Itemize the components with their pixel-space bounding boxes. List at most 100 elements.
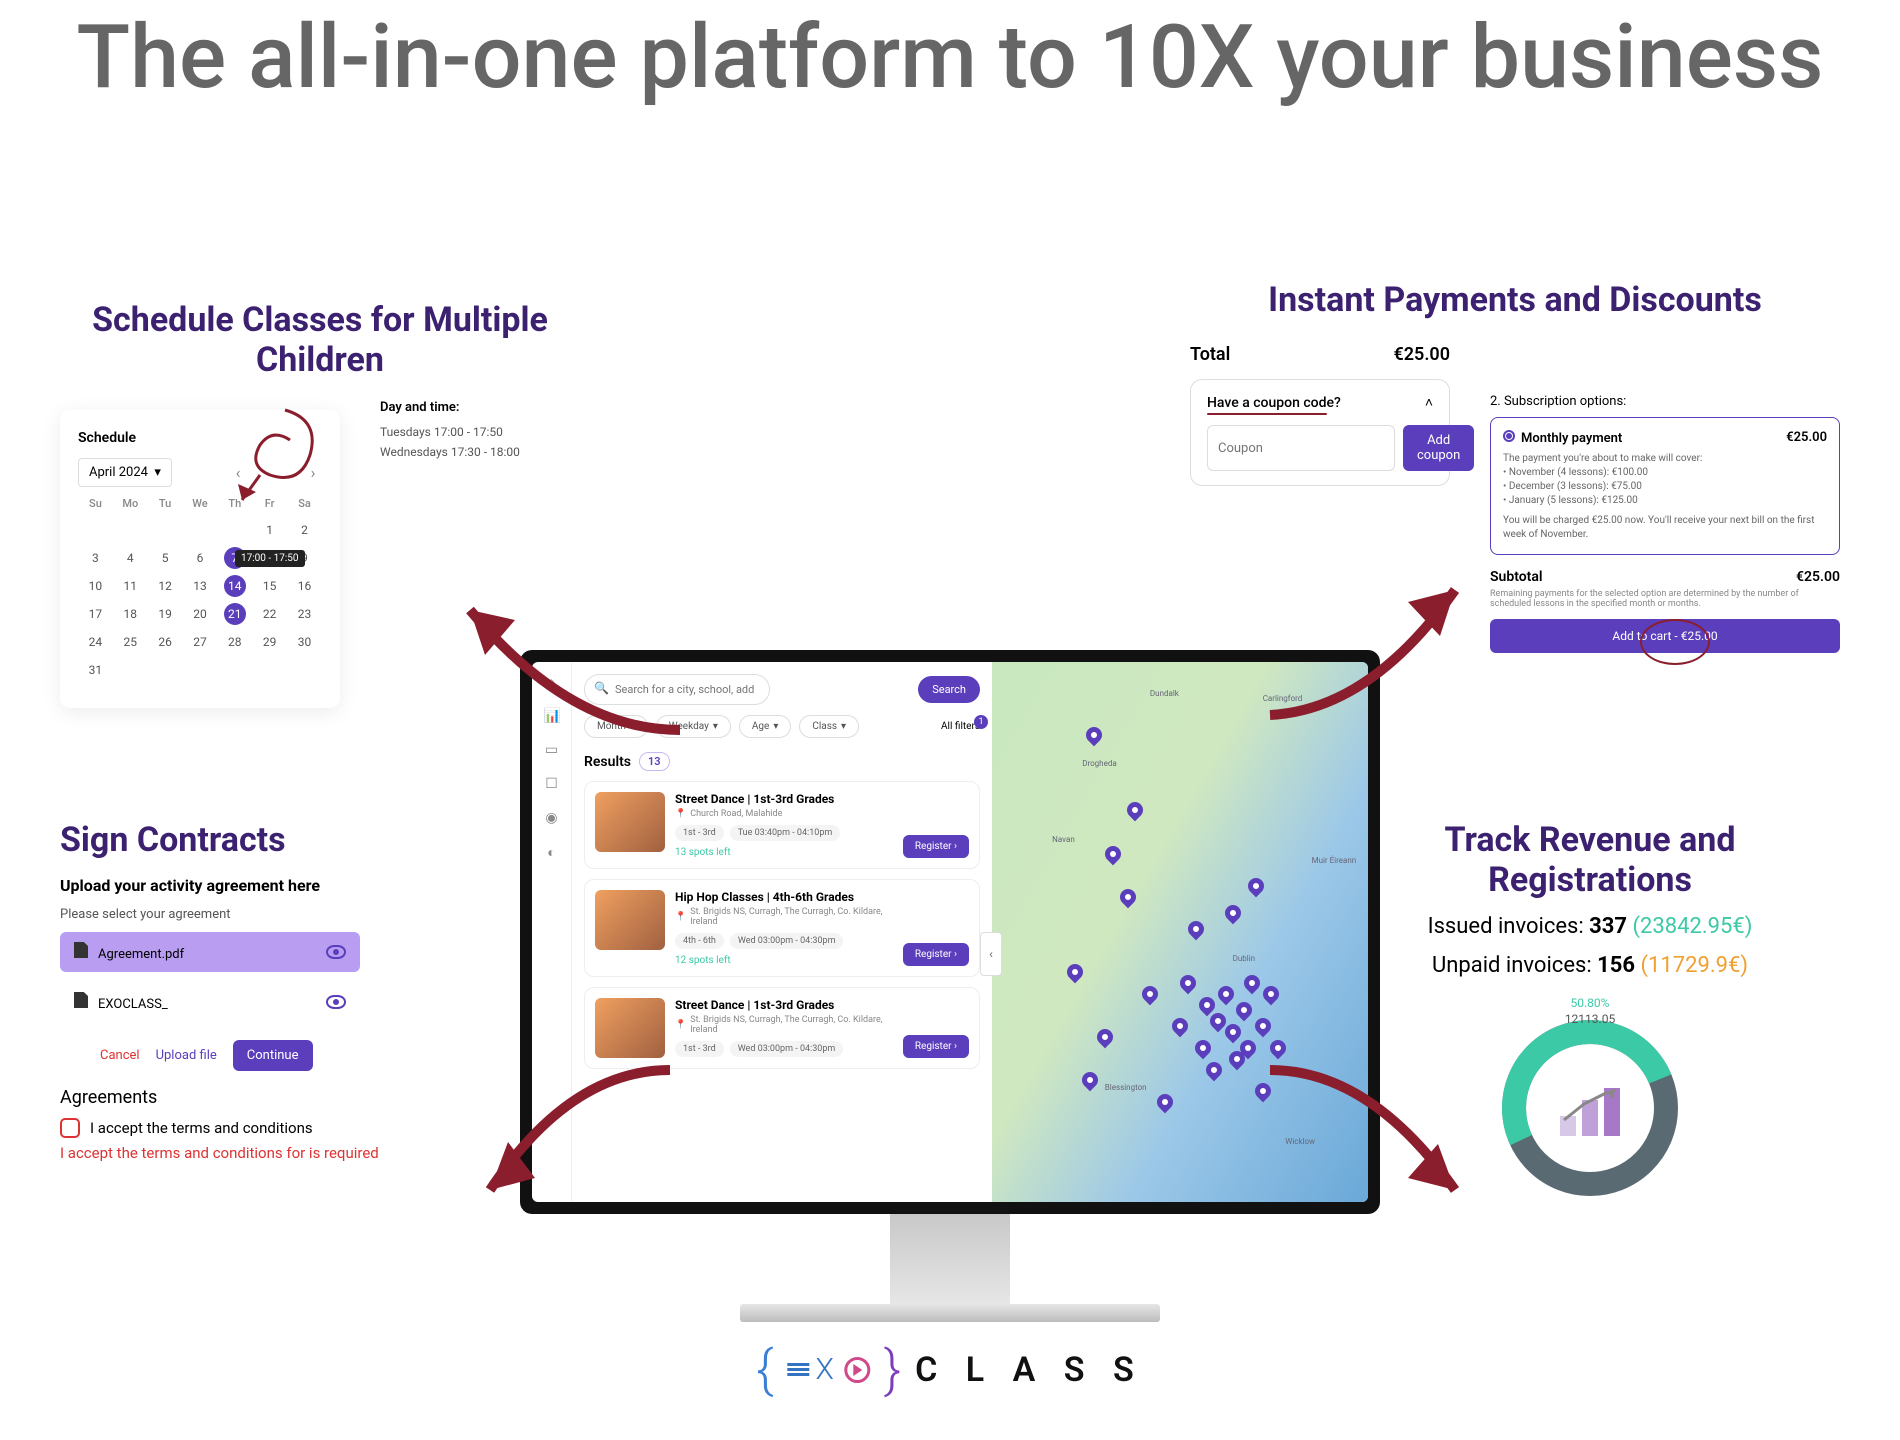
eye-icon[interactable] xyxy=(326,995,346,1009)
map-pin-icon[interactable] xyxy=(1154,1091,1177,1114)
calendar-day[interactable]: 15 xyxy=(252,572,287,600)
subscription-options: 2. Subscription options: Monthly payment… xyxy=(1490,394,1840,653)
filter-pill[interactable]: Age ▾ xyxy=(739,715,791,738)
calendar-day[interactable]: 27 xyxy=(183,628,218,656)
map-pin-icon[interactable] xyxy=(1064,961,1087,984)
map-pin-icon[interactable] xyxy=(1203,1058,1226,1081)
eye-icon[interactable] xyxy=(326,945,346,959)
calendar-day[interactable]: 29 xyxy=(252,628,287,656)
calendar-day[interactable]: 21 xyxy=(217,600,252,628)
chevron-up-icon[interactable]: ˄ xyxy=(1425,394,1433,411)
result-card[interactable]: Hip Hop Classes | 4th-6th Grades📍St. Bri… xyxy=(584,879,980,977)
calendar-day[interactable]: 31 xyxy=(78,656,113,684)
map-pin-icon[interactable] xyxy=(1101,842,1124,865)
map-pin-icon[interactable] xyxy=(1184,918,1207,941)
upload-file-link[interactable]: Upload file xyxy=(156,1048,217,1063)
result-card[interactable]: Street Dance | 1st-3rd Grades📍Church Roa… xyxy=(584,781,980,869)
register-button[interactable]: Register › xyxy=(903,835,969,858)
map-pin-icon[interactable] xyxy=(1124,799,1147,822)
coupon-input[interactable] xyxy=(1207,425,1395,471)
map-pin-icon[interactable] xyxy=(1177,972,1200,995)
filter-pill[interactable]: Weekday ▾ xyxy=(656,715,731,738)
map-pin-icon[interactable] xyxy=(1267,1037,1290,1060)
map-pin-icon[interactable] xyxy=(1117,885,1140,908)
map-pin-icon[interactable] xyxy=(1139,983,1162,1006)
calendar-day xyxy=(113,516,148,544)
search-button[interactable]: Search xyxy=(918,676,980,703)
map-pin-icon[interactable] xyxy=(1233,999,1256,1022)
calendar-day[interactable]: 18 xyxy=(113,600,148,628)
add-coupon-button[interactable]: Add coupon xyxy=(1403,425,1474,471)
calendar-day[interactable]: 2 xyxy=(287,516,322,544)
logo-x-icon: X xyxy=(816,1352,838,1387)
calendar-day[interactable]: 20 xyxy=(183,600,218,628)
map-pin-icon[interactable] xyxy=(1169,1015,1192,1038)
map-pin-icon[interactable] xyxy=(1252,1080,1275,1103)
calendar-day[interactable]: 19 xyxy=(148,600,183,628)
calendar-day[interactable]: 3 xyxy=(78,544,113,572)
calendar-day[interactable]: 16 xyxy=(287,572,322,600)
bookmark-icon[interactable]: ☐ xyxy=(544,776,560,792)
calendar-day[interactable]: 17 xyxy=(78,600,113,628)
continue-button[interactable]: Continue xyxy=(233,1040,313,1071)
calendar-day[interactable]: 4 xyxy=(113,544,148,572)
map-pin-icon[interactable] xyxy=(1192,1037,1215,1060)
document-icon[interactable]: ▭ xyxy=(544,742,560,758)
calendar-day[interactable]: 5 xyxy=(148,544,183,572)
map-pin-icon[interactable] xyxy=(1094,1026,1117,1049)
calendar-day[interactable]: 30 xyxy=(287,628,322,656)
payments-feature: Instant Payments and Discounts Total€25.… xyxy=(1190,280,1840,644)
map-pin-icon[interactable] xyxy=(1222,902,1245,925)
calendar-day[interactable]: 6 xyxy=(183,544,218,572)
register-button[interactable]: Register › xyxy=(903,1035,969,1058)
map-pin-icon[interactable] xyxy=(1083,723,1106,746)
subtotal-value: €25.00 xyxy=(1796,569,1840,585)
result-tag: 1st - 3rd xyxy=(675,825,724,841)
calendar-day[interactable]: 23 xyxy=(287,600,322,628)
add-to-cart-button[interactable]: Add to cart - €25.00 xyxy=(1490,619,1840,653)
search-input[interactable] xyxy=(584,674,770,705)
agreement-item[interactable]: EXOCLASS_ xyxy=(60,982,360,1022)
calendar-day[interactable]: 11 xyxy=(113,572,148,600)
calendar-day[interactable]: 24 xyxy=(78,628,113,656)
filter-pill[interactable]: Month ▾ xyxy=(584,715,648,738)
map-label: Blessington xyxy=(1105,1083,1147,1092)
calendar-day[interactable]: 12 xyxy=(148,572,183,600)
calendar-day[interactable]: 10 xyxy=(78,572,113,600)
calendar-day[interactable]: 1 xyxy=(252,516,287,544)
settings-icon[interactable]: ◐ xyxy=(544,844,560,860)
result-title: Street Dance | 1st-3rd Grades xyxy=(675,998,893,1012)
spots-left: 13 spots left xyxy=(675,847,893,858)
map-pin-icon[interactable] xyxy=(1259,983,1282,1006)
map-pin-icon[interactable] xyxy=(1252,1015,1275,1038)
month-select[interactable]: April 2024 ▾ xyxy=(78,458,172,487)
accept-terms-checkbox[interactable] xyxy=(60,1118,80,1138)
option-desc: The payment you're about to make will co… xyxy=(1503,452,1827,466)
globe-icon[interactable]: ◉ xyxy=(544,810,560,826)
calendar-day xyxy=(217,656,252,684)
map-view[interactable]: ‹ DroghedaDundalkCarlingfordNavanDublinB… xyxy=(992,662,1368,1202)
calendar-day[interactable]: 22 xyxy=(252,600,287,628)
map-pin-icon[interactable] xyxy=(1214,983,1237,1006)
map-pin-icon[interactable] xyxy=(1241,972,1264,995)
map-pin-icon[interactable] xyxy=(1079,1069,1102,1092)
filter-pill[interactable]: Class ▾ xyxy=(799,715,859,738)
agreement-item-selected[interactable]: Agreement.pdf xyxy=(60,932,360,972)
calendar-day[interactable]: 13 xyxy=(183,572,218,600)
all-filters-link[interactable]: All filters1 xyxy=(941,721,980,732)
calendar-day[interactable]: 14 xyxy=(217,572,252,600)
home-icon[interactable]: ⌂ xyxy=(544,674,560,690)
result-card[interactable]: Street Dance | 1st-3rd Grades📍St. Brigid… xyxy=(584,987,980,1069)
prev-month-icon[interactable]: ‹ xyxy=(229,464,247,482)
cancel-link[interactable]: Cancel xyxy=(100,1048,140,1063)
next-month-icon[interactable]: › xyxy=(304,464,322,482)
register-button[interactable]: Register › xyxy=(903,943,969,966)
calendar-day[interactable]: 28 xyxy=(217,628,252,656)
monthly-payment-option[interactable]: Monthly payment€25.00 The payment you're… xyxy=(1490,417,1840,555)
analytics-icon[interactable]: 📊 xyxy=(544,708,560,724)
calendar-day[interactable]: 25 xyxy=(113,628,148,656)
map-pin-icon[interactable] xyxy=(1244,875,1267,898)
result-thumbnail xyxy=(595,792,665,852)
calendar-day[interactable]: 26 xyxy=(148,628,183,656)
collapse-panel-button[interactable]: ‹ xyxy=(980,932,1002,976)
